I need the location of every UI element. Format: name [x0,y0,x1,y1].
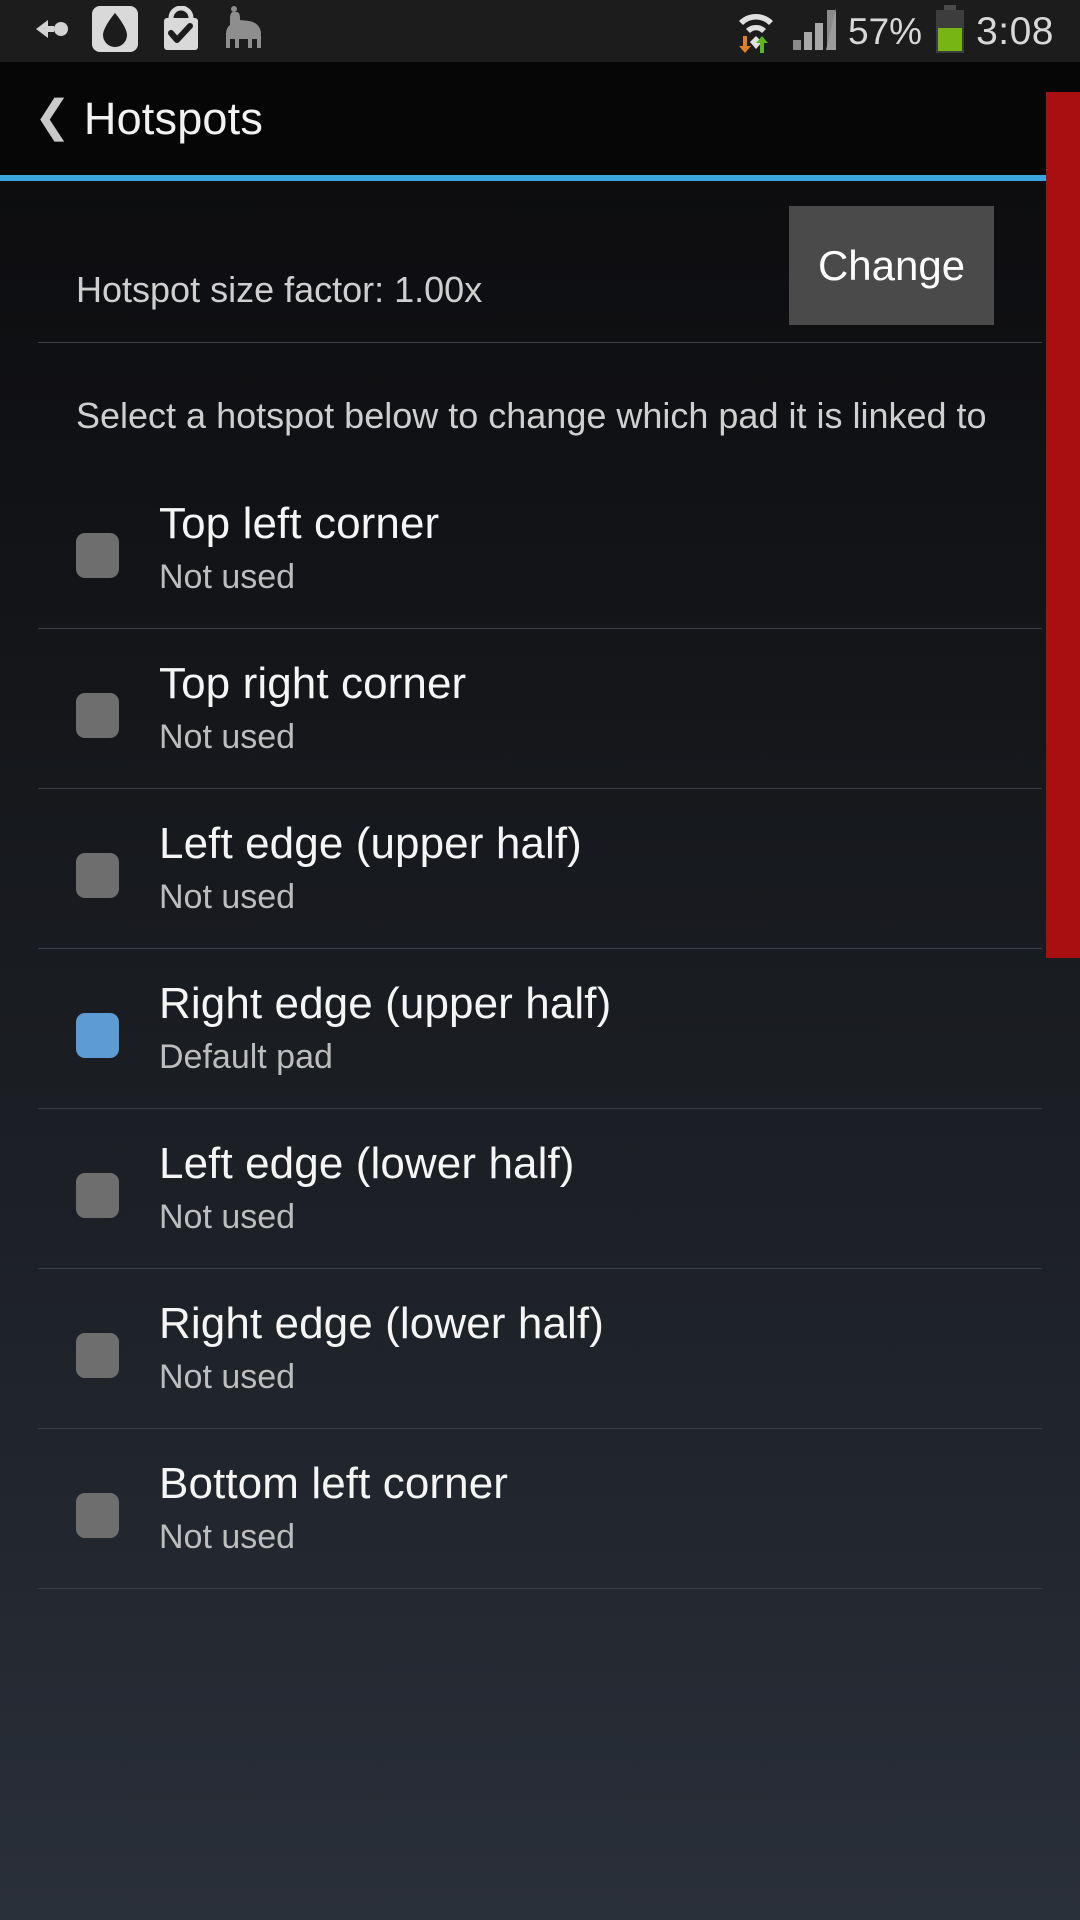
hotspot-title: Right edge (lower half) [159,1299,604,1349]
hotspot-title: Top right corner [159,659,467,709]
main-content: Hotspot size factor: 1.00x Change Select… [0,181,1080,1920]
hotspot-status-swatch[interactable] [76,853,119,898]
hotspot-title: Top left corner [159,499,440,549]
hotspot-status: Not used [159,1358,296,1397]
wifi-transfer-icon [730,4,782,59]
hotspot-list: Top left corner Not used Top right corner N… [0,469,1080,1589]
status-bar: 57% 3:08 [0,0,1080,62]
hotspot-status: Not used [159,558,296,597]
battery-percent-label: 57% [848,10,923,52]
hotspot-title: Bottom left corner [159,1459,509,1509]
back-chevron-icon[interactable]: ❮ [34,94,71,139]
droplet-app-icon [92,5,138,57]
app-title-bar: ❮ Hotspots [0,62,1080,175]
llama-icon [224,5,264,57]
hotspot-list-item[interactable]: Right edge (upper half) Default pad [0,949,1080,1108]
status-bar-notification-icons [0,5,264,57]
hotspot-list-item[interactable]: Bottom left corner Not used [0,1429,1080,1588]
instruction-text: Select a hotspot below to change which p… [76,395,987,436]
hotspot-status-swatch[interactable] [76,533,119,578]
back-arrow-dot-icon [34,16,70,47]
page-title: Hotspots [83,92,264,144]
hotspot-status-swatch[interactable] [76,1493,119,1538]
hotspot-list-item[interactable]: Top left corner Not used [0,469,1080,628]
hotspot-status-swatch[interactable] [76,693,119,738]
hotspot-status: Not used [159,718,296,757]
hotspot-title: Left edge (lower half) [159,1139,575,1189]
hotspot-list-item[interactable]: Left edge (upper half) Not used [0,789,1080,948]
status-bar-clock: 3:08 [976,9,1054,53]
hotspot-list-item[interactable]: Top right corner Not used [0,629,1080,788]
hotspot-title: Right edge (upper half) [159,979,612,1029]
hotspot-size-factor-row: Hotspot size factor: 1.00x Change [0,181,1080,342]
hotspot-status: Default pad [159,1038,333,1077]
hotspot-list-item[interactable]: Right edge (lower half) Not used [0,1269,1080,1428]
hotspot-size-factor-label: Hotspot size factor: 1.00x [76,269,483,310]
red-edge-indicator[interactable] [1046,92,1080,958]
hotspot-status: Not used [159,878,296,917]
shopping-bag-check-icon [160,5,202,57]
battery-icon [934,4,966,58]
hotspot-status: Not used [159,1518,296,1557]
change-size-factor-button[interactable]: Change [789,206,994,325]
cellular-signal-icon [792,6,838,57]
list-divider [38,1588,1042,1589]
hotspot-list-item[interactable]: Left edge (lower half) Not used [0,1109,1080,1268]
hotspot-status: Not used [159,1198,296,1237]
status-bar-system-icons: 57% 3:08 [730,4,1080,59]
hotspot-title: Left edge (upper half) [159,819,582,869]
hotspot-status-swatch[interactable] [76,1173,119,1218]
hotspot-status-swatch[interactable] [76,1013,119,1058]
hotspot-status-swatch[interactable] [76,1333,119,1378]
